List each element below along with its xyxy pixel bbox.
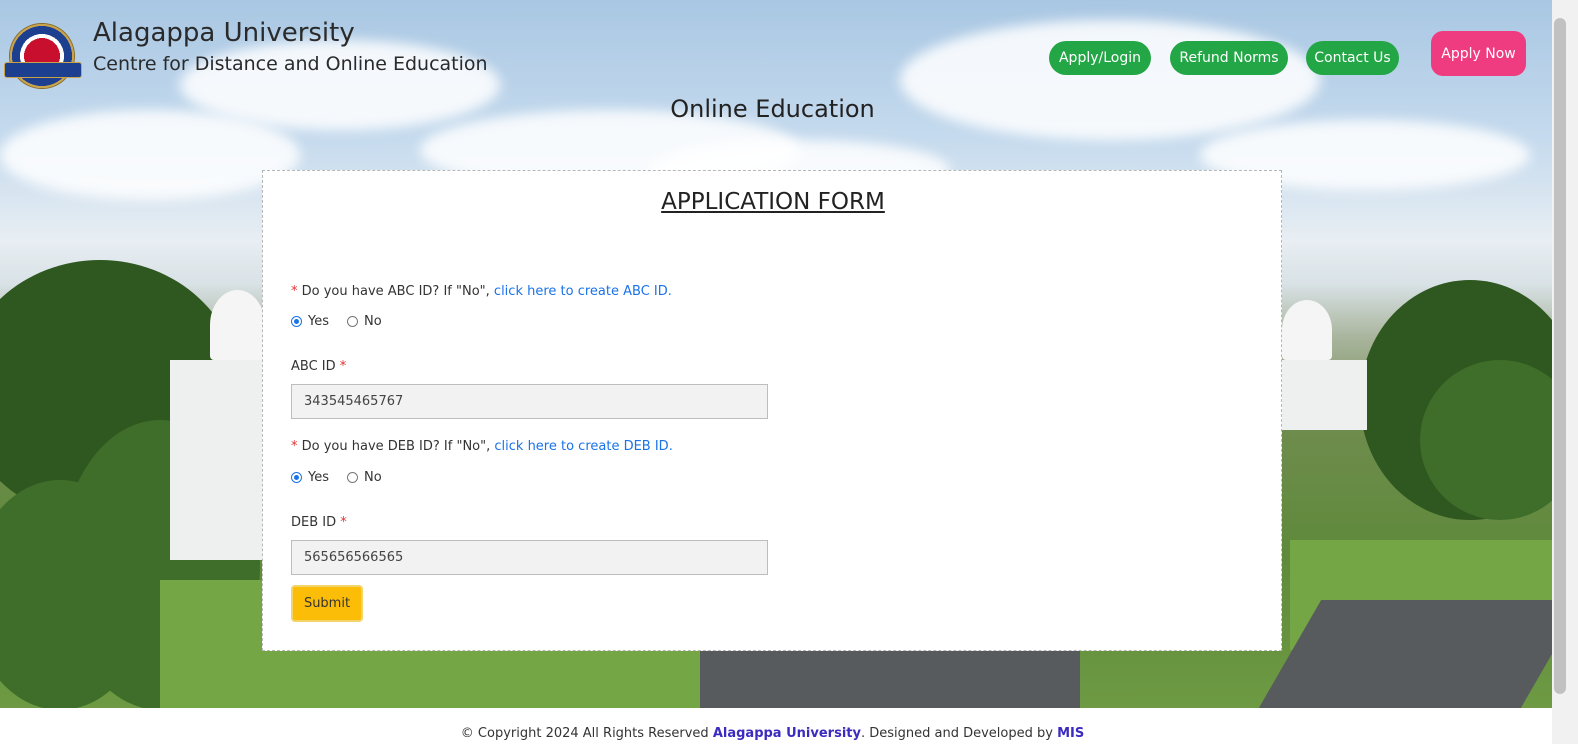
emblem-ribbon <box>4 62 82 78</box>
deb-id-input[interactable]: 565656566565 <box>291 540 768 575</box>
abc-id-input[interactable]: 343545465767 <box>291 384 768 419</box>
deb-id-label-text: DEB ID <box>291 515 337 530</box>
required-mark: * <box>291 284 298 299</box>
abc-id-label-text: ABC ID <box>291 359 336 374</box>
scrollbar-thumb[interactable] <box>1554 18 1566 694</box>
footer: © Copyright 2024 All Rights Reserved Ala… <box>0 708 1552 744</box>
footer-org-link[interactable]: Alagappa University <box>713 726 861 741</box>
deb-yes-radio[interactable] <box>291 472 302 483</box>
footer-copyright: © Copyright 2024 All Rights Reserved Ala… <box>0 726 1545 741</box>
footer-middle: . Designed and Developed by <box>860 726 1053 741</box>
apply-login-button[interactable]: Apply/Login <box>1049 41 1151 75</box>
submit-button[interactable]: Submit <box>291 585 363 622</box>
abc-question: * Do you have ABC ID? If "No", click her… <box>291 284 672 299</box>
deb-question-text: Do you have DEB ID? If "No", <box>301 439 491 454</box>
abc-yes-label: Yes <box>308 314 329 329</box>
page-heading: Online Education <box>670 95 875 123</box>
deb-question: * Do you have DEB ID? If "No", click her… <box>291 439 673 454</box>
create-deb-id-link[interactable]: click here to create DEB ID. <box>494 439 672 454</box>
application-form-card: APPLICATION FORM * Do you have ABC ID? I… <box>262 170 1282 651</box>
apply-now-button[interactable]: Apply Now <box>1431 31 1526 76</box>
abc-no-label: No <box>364 314 382 329</box>
refund-norms-button[interactable]: Refund Norms <box>1170 41 1288 75</box>
required-mark: * <box>340 515 347 530</box>
deb-no-radio[interactable] <box>347 472 358 483</box>
form-title: APPLICATION FORM <box>661 189 885 215</box>
deb-id-label: DEB ID * <box>291 515 347 530</box>
centre-name: Centre for Distance and Online Education <box>93 53 488 75</box>
contact-us-button[interactable]: Contact Us <box>1306 41 1399 75</box>
university-name: Alagappa University <box>93 18 355 48</box>
abc-question-text: Do you have ABC ID? If "No", <box>301 284 490 299</box>
required-mark: * <box>291 439 298 454</box>
page: Alagappa University Centre for Distance … <box>0 0 1578 744</box>
university-emblem-icon[interactable] <box>10 24 74 88</box>
deb-no-label: No <box>364 470 382 485</box>
abc-id-label: ABC ID * <box>291 359 346 374</box>
create-abc-id-link[interactable]: click here to create ABC ID. <box>494 284 672 299</box>
footer-dev-link[interactable]: MIS <box>1057 726 1084 741</box>
required-mark: * <box>339 359 347 374</box>
abc-yes-radio[interactable] <box>291 316 302 327</box>
footer-prefix: © Copyright 2024 All Rights Reserved <box>460 726 709 741</box>
deb-radio-group: Yes No <box>291 470 382 485</box>
abc-radio-group: Yes No <box>291 314 382 329</box>
deb-yes-label: Yes <box>308 470 329 485</box>
abc-no-radio[interactable] <box>347 316 358 327</box>
